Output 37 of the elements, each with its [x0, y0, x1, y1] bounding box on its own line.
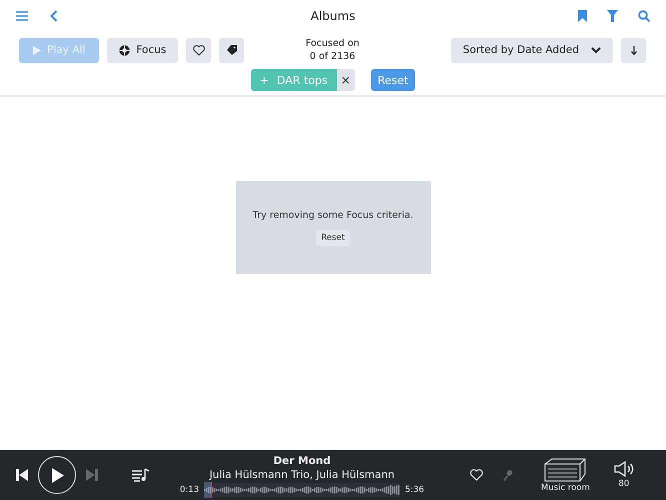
play-icon [50, 468, 64, 482]
zone-name: Music room [541, 482, 590, 492]
focus-status-count: 0 of 2136 [308, 50, 356, 63]
chevron-down-icon [591, 46, 601, 54]
tag-button[interactable] [219, 38, 244, 62]
amplifier-icon[interactable] [544, 458, 586, 482]
microphone-icon[interactable] [503, 470, 513, 480]
queue-icon[interactable] [132, 468, 150, 482]
heart-icon[interactable] [470, 469, 483, 481]
focus-button[interactable]: Focus [107, 38, 178, 62]
menu-icon[interactable] [16, 11, 28, 21]
page-title: Albums [310, 9, 356, 23]
next-icon[interactable] [86, 469, 98, 481]
bookmark-icon[interactable] [578, 10, 587, 22]
remove-chip-button[interactable]: × [336, 69, 355, 91]
track-artist: Julia Hülsmann Trio, Julia Hülsmann [209, 468, 395, 482]
elapsed-time: 0:13 [180, 484, 199, 494]
volume-icon[interactable] [614, 461, 634, 477]
play-icon [33, 46, 41, 54]
heart-icon [192, 44, 205, 56]
play-button[interactable] [38, 456, 76, 494]
previous-icon[interactable] [16, 469, 28, 481]
sort-dropdown[interactable]: Sorted by Date Added [450, 38, 613, 62]
progress-fill[interactable] [204, 482, 212, 498]
track-duration: 5:36 [405, 484, 424, 494]
back-icon[interactable] [50, 10, 58, 22]
track-title: Der Mond [273, 454, 331, 468]
filter-icon[interactable] [607, 10, 618, 22]
search-icon[interactable] [638, 10, 650, 22]
empty-message: Try removing some Focus criteria. [252, 210, 414, 220]
sort-direction-button[interactable] [621, 38, 646, 62]
tag-icon [226, 45, 237, 55]
volume-level: 80 [618, 479, 630, 489]
favorite-button[interactable] [186, 38, 212, 62]
focus-status-label: Focused on [306, 37, 360, 50]
reset-button[interactable]: Reset [316, 230, 350, 246]
arrow-down-icon [630, 46, 636, 54]
